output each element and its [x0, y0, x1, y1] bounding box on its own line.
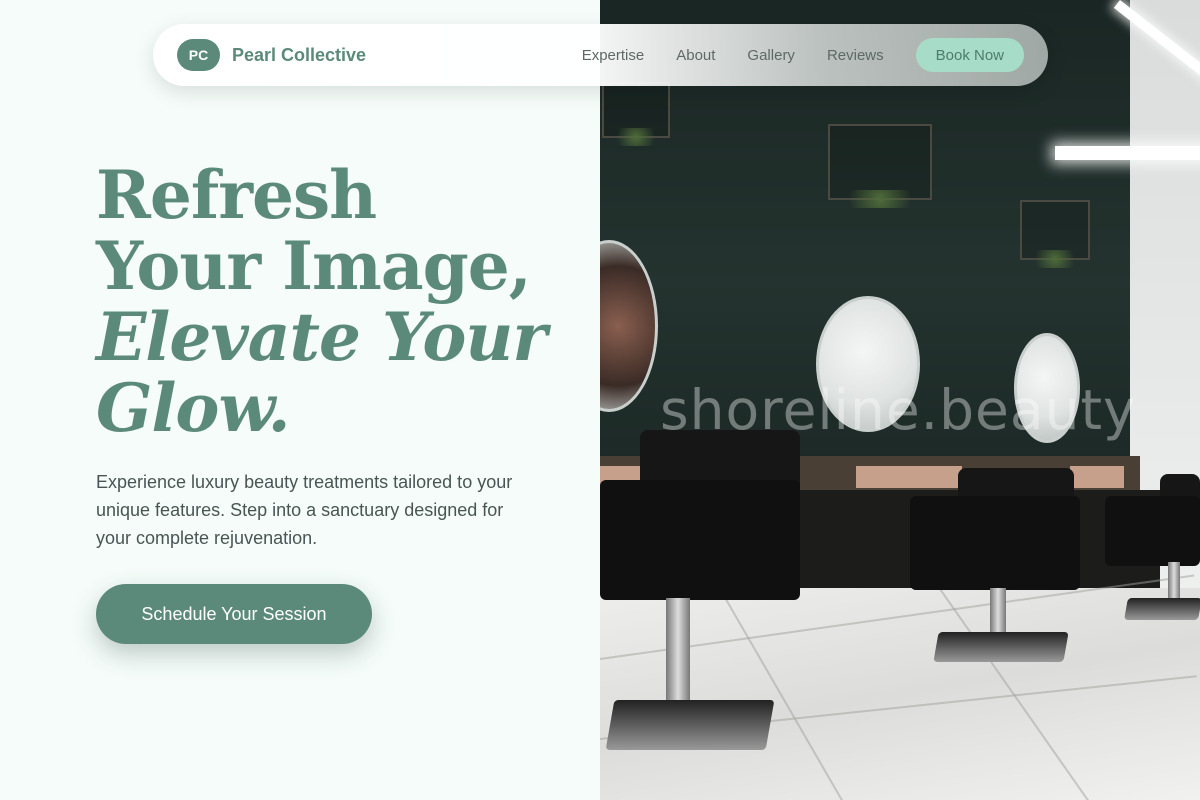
schedule-session-button[interactable]: Schedule Your Session — [96, 584, 372, 644]
hero-title-line-italic: Elevate Your — [96, 298, 547, 376]
hanging-planter — [602, 82, 670, 146]
hero-title-line: Your Image, — [96, 227, 532, 305]
salon-chair-seat — [1105, 496, 1200, 566]
salon-chair-base — [605, 700, 775, 750]
hanging-planter — [1020, 200, 1090, 268]
counter-panel — [856, 466, 962, 488]
floor-tile-line — [939, 588, 1090, 800]
logo-badge[interactable]: PC — [177, 39, 220, 71]
hero-title: Refresh Your Image, Elevate Your Glow. — [96, 160, 576, 444]
nav-links: Expertise About Gallery Reviews Book Now — [582, 38, 1024, 72]
salon-chair-seat — [600, 480, 800, 600]
salon-photo: shoreline.beauty — [600, 0, 1200, 800]
counter-panel — [1070, 466, 1124, 488]
floor-tile-line — [719, 588, 851, 800]
hero-title-line-italic: Glow. — [96, 369, 291, 447]
ceiling-light — [1055, 146, 1200, 160]
salon-floor — [600, 574, 1200, 800]
salon-chair-base — [1124, 598, 1200, 620]
top-navbar: PC Pearl Collective Expertise About Gall… — [153, 24, 1048, 86]
nav-link-expertise[interactable]: Expertise — [582, 47, 645, 64]
salon-chair-pole — [666, 598, 690, 708]
nav-link-reviews[interactable]: Reviews — [827, 47, 884, 64]
hero-subtitle: Experience luxury beauty treatments tail… — [96, 472, 513, 548]
salon-chair-base — [933, 632, 1069, 662]
hanging-planter — [828, 124, 932, 208]
brand-name[interactable]: Pearl Collective — [232, 45, 366, 66]
hero-title-line: Refresh — [96, 156, 377, 234]
nav-link-about[interactable]: About — [676, 47, 715, 64]
book-now-button[interactable]: Book Now — [915, 38, 1024, 72]
salon-chair-pole — [990, 588, 1006, 638]
nav-link-gallery[interactable]: Gallery — [747, 47, 795, 64]
salon-chair-seat — [910, 496, 1080, 590]
image-watermark: shoreline.beauty — [660, 378, 1137, 442]
